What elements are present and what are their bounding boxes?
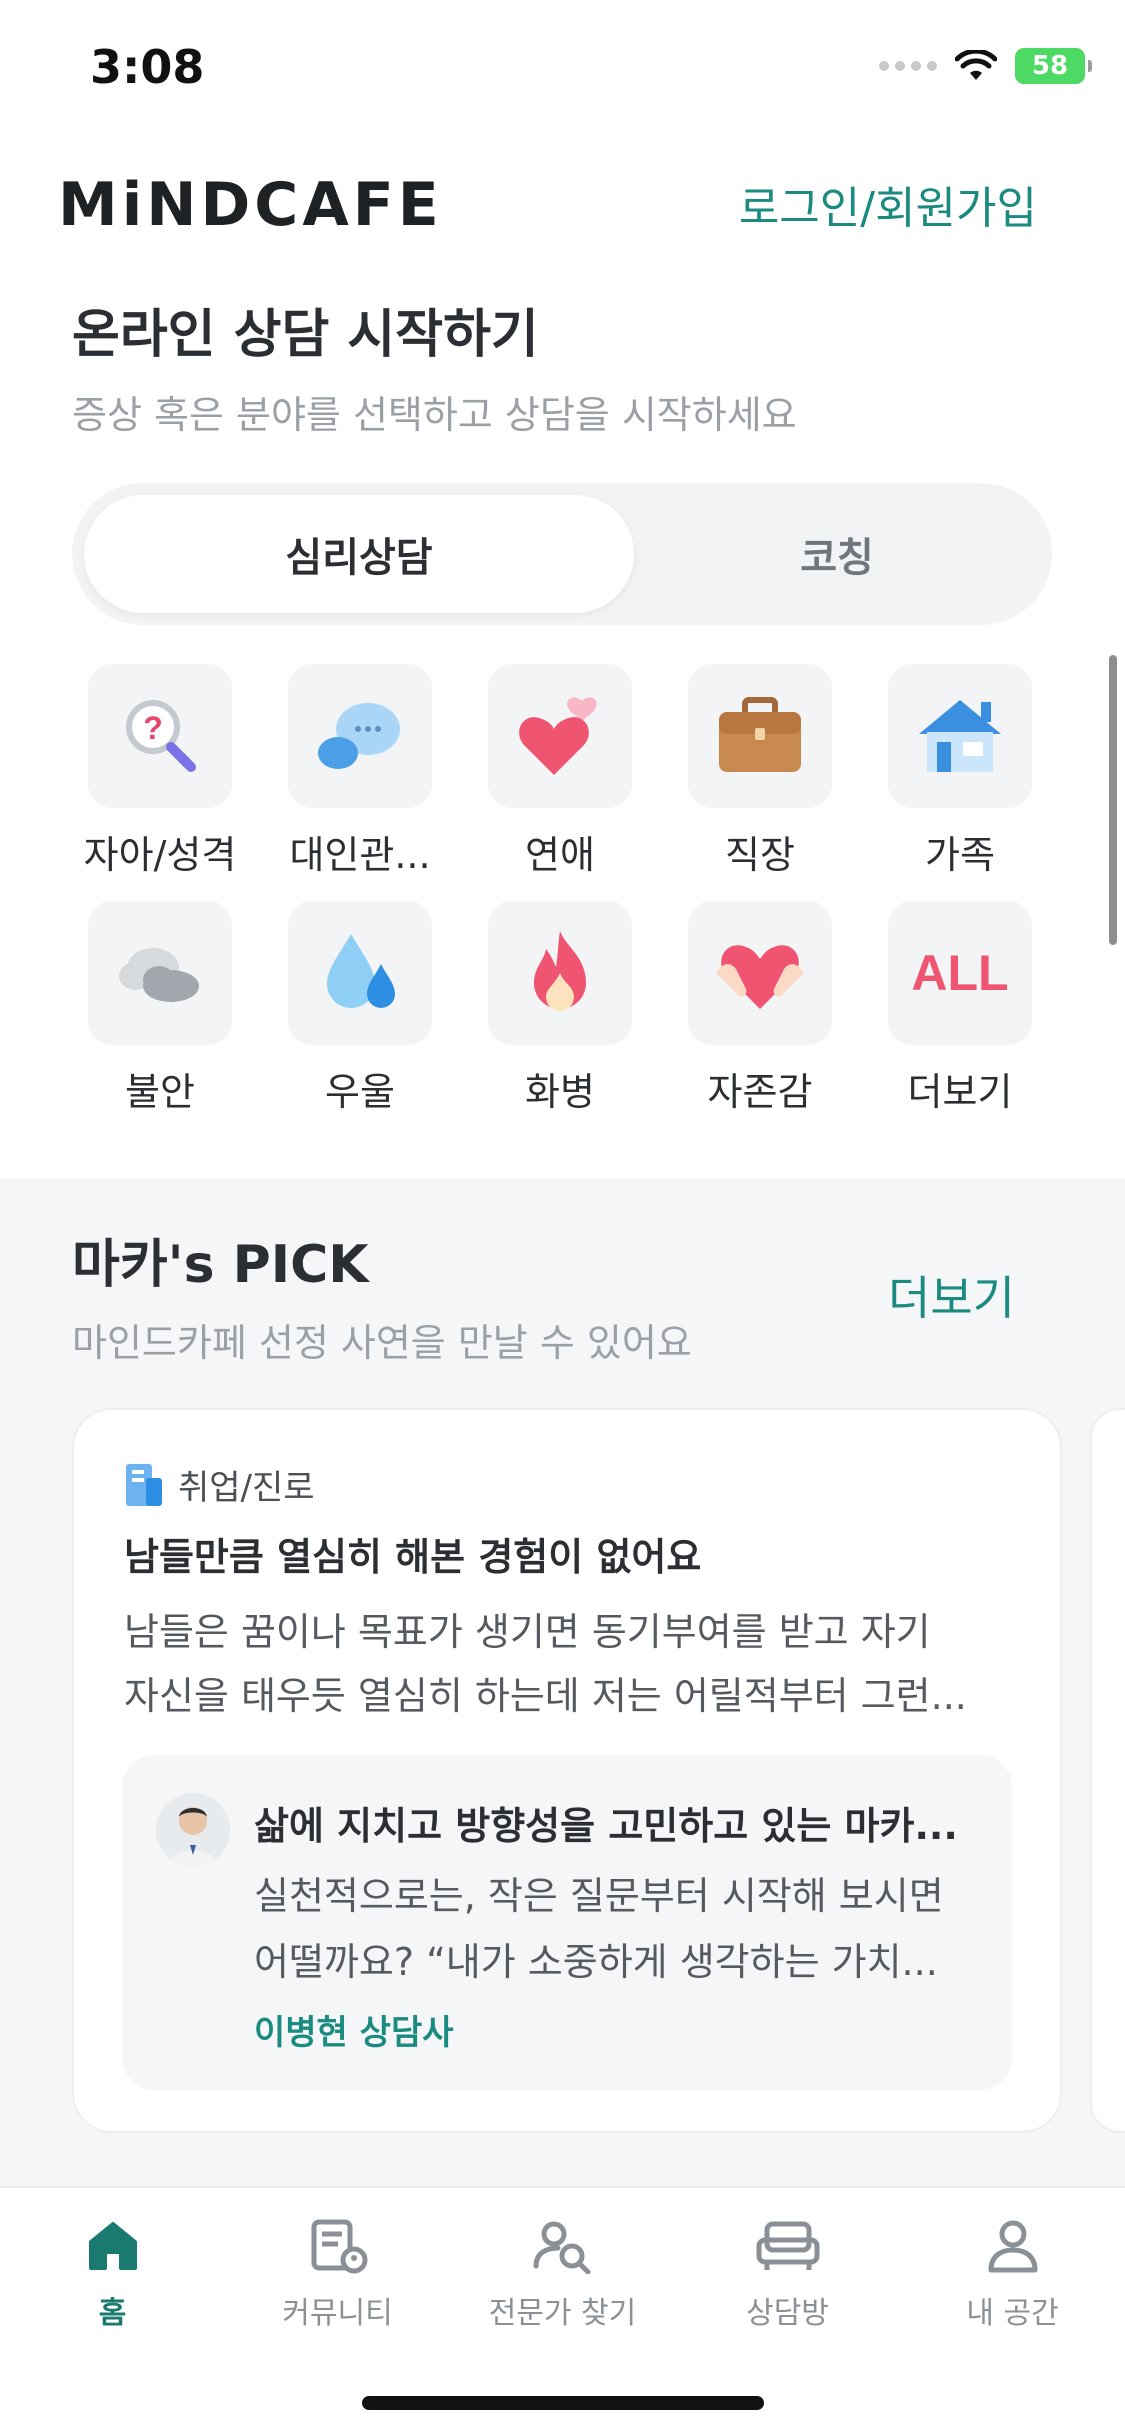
briefcase-icon [719,697,801,772]
pick-section-title: 마카's PICK [72,1235,369,1295]
category-family[interactable]: 가족 [860,664,1060,901]
consult-section-subtitle: 증상 혹은 분야를 선택하고 상담을 시작하세요 [72,393,797,437]
tab-psychological-counseling[interactable]: 심리상담 [84,495,634,613]
pick-section-subtitle: 마인드카페 선정 사연을 만날 수 있어요 [72,1321,692,1365]
profile-icon [988,2220,1037,2273]
cloud-icon [119,948,199,1002]
counselor-avatar [156,1793,230,1867]
reply-title: 삶에 지치고 방향성을 고민하고 있는 마카... [254,1804,958,1848]
status-indicators: 58 [879,48,1092,84]
fire-icon [534,931,586,1011]
building-icon [126,1463,162,1506]
battery-indicator: 58 [1015,48,1092,84]
magnifier-question-icon: ? [126,700,196,772]
house-icon [919,700,1001,772]
story-card[interactable]: 취업/진로 남들만큼 열심히 해본 경험이 없어요 남들은 꿈이나 목표가 생기… [72,1408,1062,2133]
tab-community[interactable]: 커뮤니티 [225,2218,450,2332]
story-excerpt: 남들은 꿈이나 목표가 생기면 동기부여를 받고 자기 자신을 태우듯 열심히 … [124,1610,967,1718]
consult-section-title: 온라인 상담 시작하기 [72,305,539,365]
category-relationships[interactable]: 대인관... [260,664,460,901]
story-title: 남들만큼 열심히 해본 경험이 없어요 [124,1535,702,1579]
chat-bubbles-icon [318,703,400,769]
status-time: 3:08 [90,40,205,94]
home-indicator [362,2396,764,2410]
tab-coaching[interactable]: 코칭 [634,495,1040,613]
all-icon: ALL [911,945,1009,1001]
water-drops-icon [327,934,395,1008]
category-anxiety[interactable]: 불안 [60,901,260,1138]
pick-more-link[interactable]: 더보기 [888,1262,1015,1328]
svg-text:?: ? [143,710,163,746]
community-icon [311,2219,367,2274]
tab-counseling-room[interactable]: 상담방 [675,2218,900,2332]
login-signup-link[interactable]: 로그인/회원가입 [739,172,1037,236]
heart-hands-icon [716,945,804,1009]
mindcafe-logo: MiNDCAFE [58,170,443,240]
hearts-icon [519,697,597,775]
tab-my-space[interactable]: 내 공간 [900,2218,1125,2332]
find-expert-icon [533,2221,590,2274]
counselor-reply: 삶에 지치고 방향성을 고민하고 있는 마카... 실천적으로는, 작은 질문부… [122,1755,1012,2090]
sofa-icon [756,2221,819,2270]
category-love[interactable]: 연애 [460,664,660,901]
counselor-name: 이병현 상담사 [254,2013,454,2053]
category-grid: ? 자아/성격 대인관... 연애 직장 가족 불안 우울 화병 자존감 ALL… [60,664,1060,1138]
category-self-personality[interactable]: ? 자아/성격 [60,664,260,901]
category-depression[interactable]: 우울 [260,901,460,1138]
scrollbar[interactable] [1109,655,1117,945]
story-category: 취업/진로 [124,1460,315,1509]
category-more[interactable]: ALL 더보기 [860,901,1060,1138]
reply-excerpt: 실천적으로는, 작은 질문부터 시작해 보시면 어떨까요? “내가 소중하게 생… [254,1874,944,1984]
category-self-esteem[interactable]: 자존감 [660,901,860,1138]
category-work[interactable]: 직장 [660,664,860,901]
home-icon [88,2222,137,2270]
tab-find-expert[interactable]: 전문가 찾기 [450,2218,675,2332]
wifi-icon [955,50,997,80]
app-header: MiNDCAFE 로그인/회원가입 [0,160,1125,240]
status-bar: 3:08 58 [0,0,1125,130]
tab-home[interactable]: 홈 [0,2218,225,2332]
consult-type-segment: 심리상담 코칭 [72,483,1052,625]
category-anger[interactable]: 화병 [460,901,660,1138]
cellular-signal-icon [879,61,937,71]
next-story-card[interactable] [1090,1408,1125,2133]
